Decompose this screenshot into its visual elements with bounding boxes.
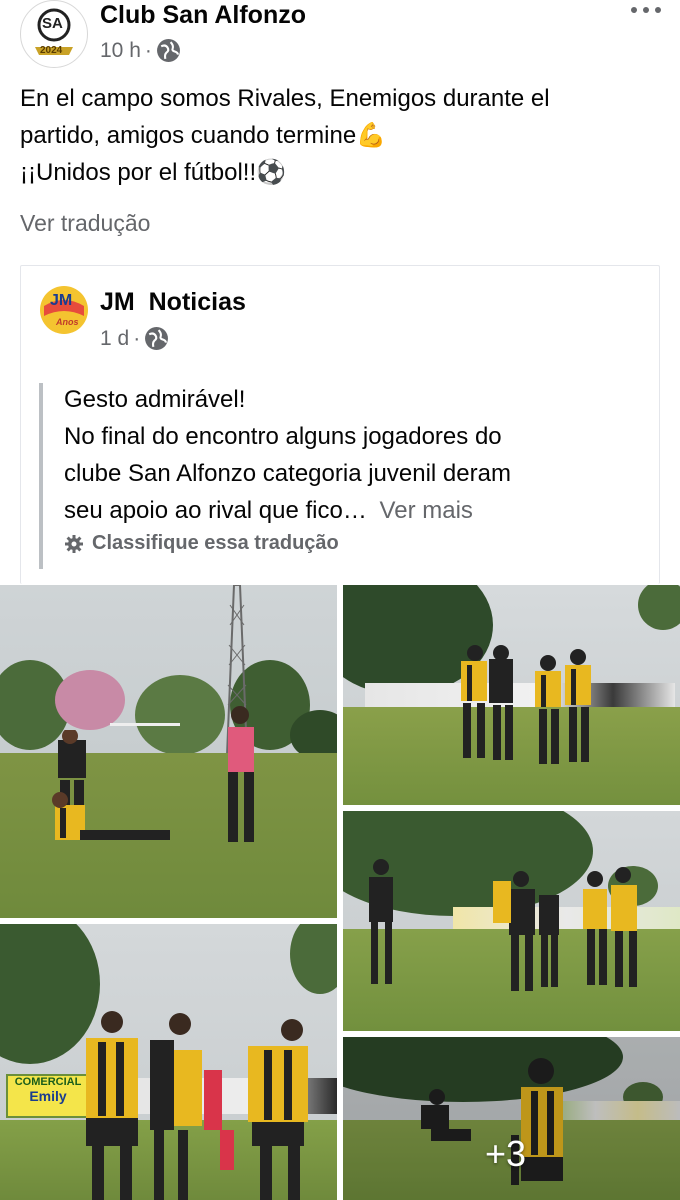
- shared-text-truncated: seu apoio ao rival que fico…: [64, 497, 367, 524]
- shared-avatar-sub: Anos: [56, 317, 79, 327]
- banner-line: Emily: [29, 1088, 67, 1104]
- avatar-year: 2024: [40, 45, 63, 56]
- post-photo-4[interactable]: COMERCIAL Emily: [0, 924, 337, 1200]
- player-figure: [222, 705, 262, 870]
- post-text-line: En el campo somos Rivales, Enemigos dura…: [20, 85, 550, 112]
- meta-separator: ·: [144, 38, 152, 62]
- banner-line: COMERCIAL: [14, 1076, 82, 1088]
- post-photo-2[interactable]: [343, 585, 680, 805]
- shared-text-line: No final do encontro alguns jogadores do: [64, 423, 502, 450]
- shared-text-line: clube San Alfonzo categoria juvenil dera…: [64, 460, 511, 487]
- see-translation-link[interactable]: Ver tradução: [20, 210, 150, 237]
- player-figure: [40, 728, 180, 865]
- post-meta: 10 h ·: [100, 38, 181, 63]
- ad-banner: COMERCIAL Emily: [6, 1074, 90, 1118]
- player-group: [80, 1010, 320, 1200]
- page-avatar[interactable]: SA 2024: [20, 0, 88, 68]
- player-group: [453, 643, 603, 783]
- rate-translation-row[interactable]: Classifique essa tradução: [64, 532, 339, 555]
- more-photos-count[interactable]: +3: [485, 1133, 526, 1175]
- meta-separator: ·: [133, 326, 141, 350]
- shared-meta: 1 d ·: [100, 326, 169, 351]
- post-text-line: ¡¡Unidos por el fútbol!!⚽: [20, 159, 286, 186]
- shared-text-line: Gesto admirável!: [64, 386, 246, 413]
- post-time[interactable]: 10 h: [100, 39, 141, 63]
- shared-author[interactable]: JM Noticias: [100, 288, 246, 317]
- rate-translation-label: Classifique essa tradução: [92, 532, 339, 554]
- avatar-initials: SA: [42, 15, 63, 32]
- club-crest-icon: [28, 5, 80, 57]
- shared-text-line: seu apoio ao rival que fico… Ver mais: [64, 492, 644, 529]
- globe-icon: [144, 326, 169, 351]
- more-options-icon[interactable]: [628, 4, 664, 18]
- more-photos-overlay[interactable]: [343, 1037, 680, 1200]
- post-body: En el campo somos Rivales, Enemigos dura…: [20, 80, 670, 191]
- gear-icon: [64, 534, 84, 554]
- post-text-line: partido, amigos cuando termine💪: [20, 122, 387, 149]
- post-author[interactable]: Club San Alfonzo: [100, 1, 306, 30]
- see-more-link[interactable]: Ver mais: [380, 497, 473, 524]
- quote-bar: [39, 383, 43, 569]
- shared-time[interactable]: 1 d: [100, 327, 129, 351]
- post-photo-5[interactable]: +3: [343, 1037, 680, 1200]
- post-photo-1[interactable]: [0, 585, 337, 918]
- shared-page-avatar[interactable]: JM Anos: [40, 286, 88, 334]
- shared-avatar-initials: JM: [50, 292, 73, 309]
- globe-icon: [156, 38, 181, 63]
- player-group: [361, 859, 651, 1004]
- post-photo-3[interactable]: [343, 811, 680, 1031]
- shared-body: Gesto admirável! No final do encontro al…: [64, 381, 644, 529]
